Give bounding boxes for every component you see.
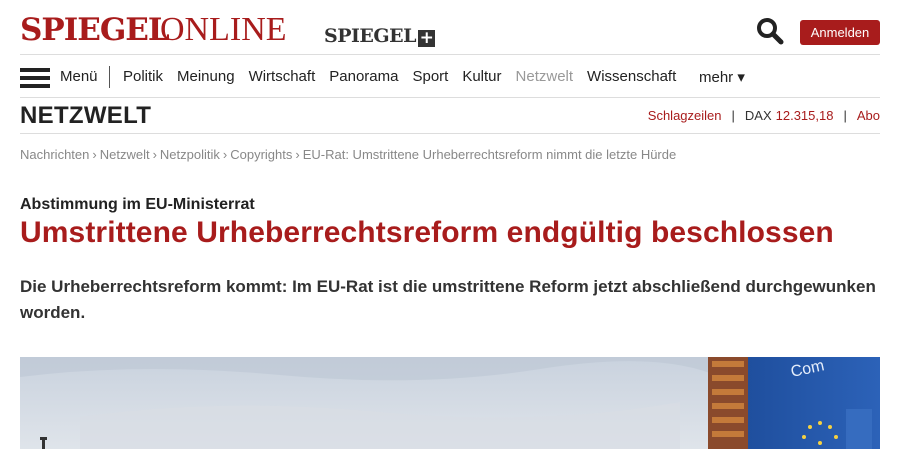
dax-label: DAX xyxy=(744,108,772,123)
hamburger-menu-icon[interactable] xyxy=(20,68,50,88)
chevron-right-icon: › xyxy=(295,147,300,162)
section-title[interactable]: NETZWELT xyxy=(20,102,151,130)
article-hero-image[interactable]: Com xyxy=(20,357,880,449)
abo-link[interactable]: Abo xyxy=(857,108,880,123)
nav-item-sport[interactable]: Sport xyxy=(412,68,448,85)
chevron-right-icon: › xyxy=(92,147,97,162)
article-kicker: Abstimmung im EU-Ministerrat xyxy=(20,196,255,213)
section-links: Schlagzeilen | DAX 12.315,18 | Abo xyxy=(648,108,880,123)
chevron-right-icon: › xyxy=(222,147,228,162)
nav-more-dropdown[interactable]: mehr ▾ xyxy=(699,68,745,86)
hero-image-graphic: Com xyxy=(20,357,880,449)
breadcrumb-item[interactable]: Copyrights xyxy=(230,147,292,162)
breadcrumb-item[interactable]: Netzpolitik xyxy=(160,147,220,162)
nav-item-wirtschaft[interactable]: Wirtschaft xyxy=(249,68,316,85)
menu-button[interactable]: Menü xyxy=(60,68,98,85)
section-link-divider: | xyxy=(843,108,847,123)
search-icon[interactable] xyxy=(756,17,784,45)
breadcrumb: Nachrichten › Netzwelt › Netzpolitik › C… xyxy=(20,147,880,162)
nav-item-wissenschaft[interactable]: Wissenschaft xyxy=(587,68,676,85)
spiegel-plus-text: SPIEGEL xyxy=(324,25,416,47)
nav-item-politik[interactable]: Politik xyxy=(123,68,163,85)
nav-item-panorama[interactable]: Panorama xyxy=(329,68,398,85)
nav-item-kultur[interactable]: Kultur xyxy=(462,68,501,85)
logo-online-text[interactable]: ONLINE xyxy=(160,13,287,47)
article-teaser: Die Urheberrechtsreform kommt: Im EU-Rat… xyxy=(20,277,876,322)
main-navigation: Menü Politik Meinung Wirtschaft Panorama… xyxy=(20,56,880,98)
nav-item-meinung[interactable]: Meinung xyxy=(177,68,235,85)
nav-divider xyxy=(109,66,110,88)
breadcrumb-item[interactable]: Netzwelt xyxy=(100,147,150,162)
nav-items: Politik Meinung Wirtschaft Panorama Spor… xyxy=(123,68,690,85)
section-header: NETZWELT Schlagzeilen | DAX 12.315,18 | … xyxy=(20,98,880,134)
login-button[interactable]: Anmelden xyxy=(800,20,880,45)
dax-value[interactable]: 12.315,18 xyxy=(776,108,834,123)
plus-icon: + xyxy=(417,28,435,48)
top-bar: SPIEGEL ONLINE SPIEGEL + Anmelden xyxy=(20,0,880,55)
article-headline: Umstrittene Urheberrechtsreform endgülti… xyxy=(20,216,834,249)
spiegel-plus-logo[interactable]: SPIEGEL + xyxy=(324,25,435,47)
breadcrumb-current: EU-Rat: Umstrittene Urheberrechtsreform … xyxy=(302,147,677,162)
section-link-divider: | xyxy=(731,108,735,123)
chevron-right-icon: › xyxy=(152,147,157,162)
nav-item-netzwelt[interactable]: Netzwelt xyxy=(516,68,574,85)
headlines-link[interactable]: Schlagzeilen xyxy=(648,108,722,123)
breadcrumb-item[interactable]: Nachrichten xyxy=(20,147,89,162)
logo-spiegel-text[interactable]: SPIEGEL xyxy=(20,14,170,46)
